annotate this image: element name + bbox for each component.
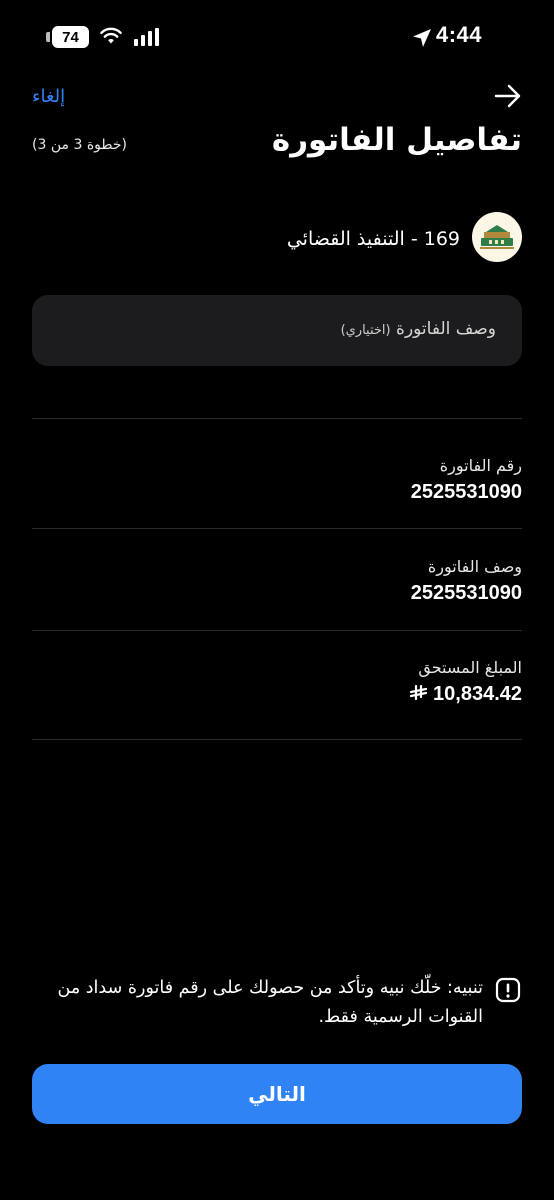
cancel-button[interactable]: إلغاء — [32, 86, 65, 107]
divider — [32, 418, 522, 419]
invoice-description-value: 2525531090 — [410, 582, 522, 604]
amount-due-row: 10,834.42 — [409, 683, 522, 706]
divider — [32, 630, 522, 631]
invoice-description-input[interactable]: وصف الفاتورة (اختياري) — [32, 295, 522, 366]
divider — [32, 528, 522, 529]
page-title: تفاصيل الفاتورة — [271, 122, 522, 158]
step-indicator: (خطوة 3 من 3) — [32, 137, 127, 153]
back-arrow-icon[interactable] — [494, 84, 522, 108]
status-bar: 74 4:44 — [0, 0, 554, 76]
amount-due-label: المبلغ المستحق — [418, 658, 522, 677]
biller-emblem-icon — [480, 225, 514, 249]
location-arrow-icon — [413, 29, 431, 47]
battery-tip — [46, 32, 50, 42]
biller-logo — [472, 212, 522, 262]
cellular-signal-icon — [134, 28, 159, 46]
optional-hint: (اختياري) — [340, 323, 391, 338]
battery-icon: 74 — [52, 26, 89, 48]
invoice-number-value: 2525531090 — [410, 481, 522, 503]
amount-due-value: 10,834.42 — [433, 683, 522, 705]
warning-text: تنبيه: خلّك نبيه وتأكد من حصولك على رقم … — [57, 978, 484, 1027]
invoice-description-label: وصف الفاتورة — [427, 557, 522, 576]
invoice-number-label: رقم الفاتورة — [439, 456, 522, 475]
divider — [32, 739, 522, 740]
saudi-riyal-icon — [409, 685, 428, 701]
input-placeholder: وصف الفاتورة — [396, 319, 496, 339]
biller-name: 169 - التنفيذ القضائي — [286, 228, 460, 250]
wifi-icon — [100, 27, 122, 44]
warning-icon — [495, 977, 521, 1003]
next-button[interactable]: التالي — [32, 1064, 522, 1124]
clock: 4:44 — [436, 22, 483, 47]
battery-level: 74 — [62, 28, 79, 46]
